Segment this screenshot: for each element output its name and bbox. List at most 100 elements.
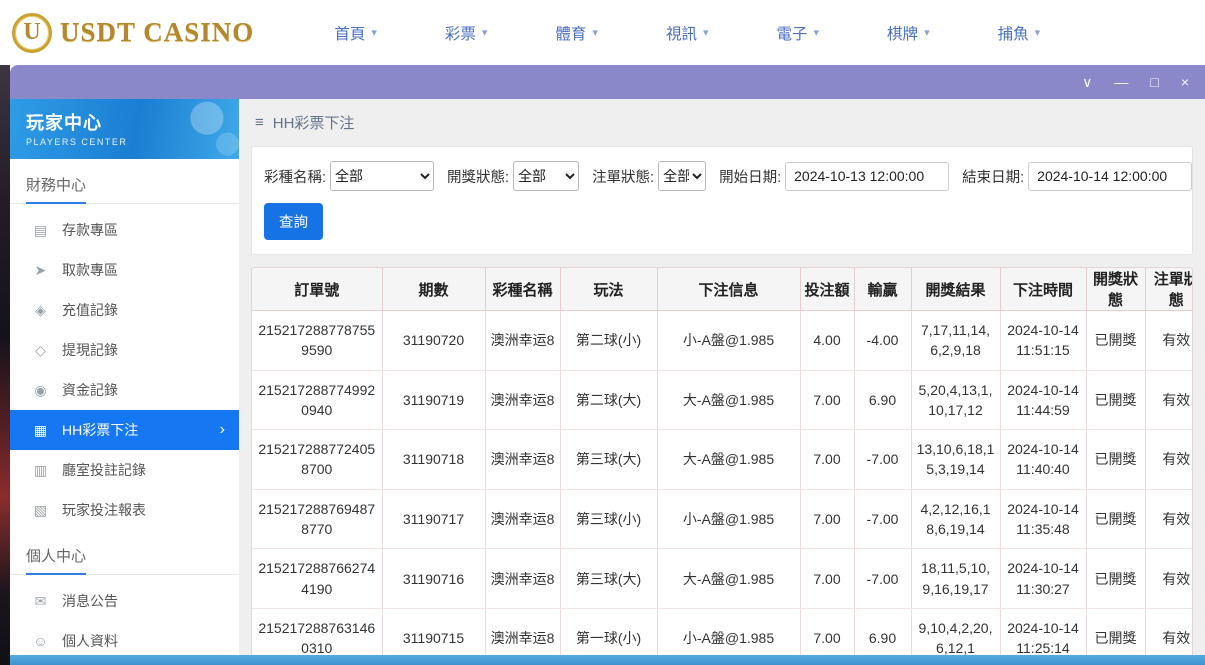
column-header-bet-time: 下注時間 xyxy=(1000,268,1086,311)
chevron-down-icon: ▾ xyxy=(1035,26,1041,39)
cell-order-no: 2152172887694878770 xyxy=(252,489,382,549)
withdrawal-record-icon: ◇ xyxy=(32,342,49,359)
cell-bet-amount: 7.00 xyxy=(800,370,854,430)
cell-draw-result: 9,10,4,2,20,6,12,1 xyxy=(911,608,1000,655)
brand-logo[interactable]: U USDT CASINO xyxy=(12,13,254,53)
window-minimize-icon[interactable]: — xyxy=(1114,75,1128,89)
window-titlebar: ∨ — □ × xyxy=(10,65,1205,99)
table-body: 215217288778755959031190720澳洲幸运8第二球(小)小-… xyxy=(252,311,1193,656)
sidebar-item-profile[interactable]: ☺個人資料 xyxy=(10,621,239,655)
sidebar-item-announcements[interactable]: ✉消息公告 xyxy=(10,581,239,621)
cell-bet-info: 小-A盤@1.985 xyxy=(657,608,800,655)
sidebar-item-hh-lottery-bets[interactable]: ▦HH彩票下注› xyxy=(10,410,239,450)
sidebar-item-recharge-records[interactable]: ◈充值記錄 xyxy=(10,290,239,330)
cell-win-loss: -7.00 xyxy=(854,489,911,549)
funds-record-icon: ◉ xyxy=(32,382,49,399)
end-date-input[interactable] xyxy=(1028,162,1192,191)
cell-bet-info: 大-A盤@1.985 xyxy=(657,370,800,430)
cell-period: 31190715 xyxy=(382,608,485,655)
column-header-win-loss: 輸贏 xyxy=(854,268,911,311)
order-status-label: 注單狀態: xyxy=(592,166,654,187)
sidebar-item-label: 取款專區 xyxy=(62,260,118,280)
lottery-name-select[interactable]: 全部 xyxy=(330,161,434,191)
bets-table-card: 訂單號期數彩種名稱玩法下注信息投注額輸贏開獎結果下注時間開獎狀態注單狀態 215… xyxy=(251,267,1193,655)
nav-item-chess-cards[interactable]: 棋牌▾ xyxy=(853,22,964,44)
sidebar-item-player-bet-report[interactable]: ▧玩家投注報表 xyxy=(10,490,239,530)
brand-emblem-letter: U xyxy=(23,19,40,46)
cell-order-no: 2152172887749920940 xyxy=(252,370,382,430)
table-row: 215217288763146031031190715澳洲幸运8第一球(小)小-… xyxy=(252,608,1193,655)
order-status-select[interactable]: 全部 xyxy=(658,161,706,191)
sidebar-item-withdrawal-records[interactable]: ◇提現記錄 xyxy=(10,330,239,370)
brand-emblem-icon: U xyxy=(12,13,52,53)
cell-bet-amount: 7.00 xyxy=(800,489,854,549)
nav-item-label: 體育 xyxy=(555,22,586,44)
nav-item-lottery[interactable]: 彩票▾ xyxy=(411,22,522,44)
sidebar-item-label: 玩家投注報表 xyxy=(62,500,146,520)
cell-bet-time: 2024-10-14 11:40:40 xyxy=(1000,430,1086,490)
cell-draw-status: 已開獎 xyxy=(1086,489,1145,549)
sidebar-item-label: 廳室投註記錄 xyxy=(62,460,146,480)
search-button[interactable]: 查詢 xyxy=(264,203,323,240)
cell-period: 31190720 xyxy=(382,311,485,371)
sidebar-item-withdraw-zone[interactable]: ➤取款專區 xyxy=(10,250,239,290)
sidebar-section-header: 個人中心 xyxy=(10,530,239,575)
cell-period: 31190716 xyxy=(382,549,485,609)
cell-lottery-name: 澳洲幸运8 xyxy=(485,549,560,609)
cell-win-loss: 6.90 xyxy=(854,370,911,430)
chevron-down-icon: ▾ xyxy=(703,26,709,39)
cell-bet-info: 大-A盤@1.985 xyxy=(657,430,800,490)
cell-win-loss: -7.00 xyxy=(854,549,911,609)
hamburger-menu-icon[interactable]: ≡ xyxy=(255,114,264,131)
top-navigation-bar: U USDT CASINO 首頁▾彩票▾體育▾ 視訊 ▾ 電子▾棋牌▾ 捕魚 ▾ xyxy=(0,0,1205,65)
table-row: 215217288772405870031190718澳洲幸运8第三球(大)大-… xyxy=(252,430,1193,490)
sidebar-item-funds-records[interactable]: ◉資金記錄 xyxy=(10,370,239,410)
window-controls: ∨ — □ × xyxy=(1082,75,1189,89)
column-header-play-type: 玩法 xyxy=(560,268,657,311)
nav-item-fishing[interactable]: 捕魚 ▾ xyxy=(964,22,1075,44)
cell-draw-result: 4,2,12,16,18,6,19,14 xyxy=(911,489,1000,549)
main-content: ≡ HH彩票下注 彩種名稱: 全部 開獎狀態: 全部 xyxy=(239,99,1205,655)
cell-draw-status: 已開獎 xyxy=(1086,549,1145,609)
cell-bet-amount: 4.00 xyxy=(800,311,854,371)
cell-order-no: 2152172887631460310 xyxy=(252,608,382,655)
start-date-label: 開始日期: xyxy=(719,166,781,187)
nav-item-label: 彩票 xyxy=(445,22,476,44)
cell-lottery-name: 澳洲幸运8 xyxy=(485,608,560,655)
nav-item-sports[interactable]: 體育▾ xyxy=(521,22,632,44)
column-header-draw-status: 開獎狀態 xyxy=(1086,268,1145,311)
table-header-row: 訂單號期數彩種名稱玩法下注信息投注額輸贏開獎結果下注時間開獎狀態注單狀態 xyxy=(252,268,1193,311)
cell-period: 31190718 xyxy=(382,430,485,490)
draw-status-select[interactable]: 全部 xyxy=(513,161,579,191)
recharge-record-icon: ◈ xyxy=(32,302,49,319)
sidebar-item-room-bet-records[interactable]: ▥廳室投註記錄 xyxy=(10,450,239,490)
cell-play-type: 第二球(小) xyxy=(560,311,657,371)
sidebar-item-deposit-zone[interactable]: ▤存款專區 xyxy=(10,210,239,250)
window-maximize-icon[interactable]: □ xyxy=(1150,75,1158,89)
nav-item-label: 捕魚 xyxy=(998,22,1029,44)
sidebar-section-header: 財務中心 xyxy=(10,159,239,204)
cell-order-no: 2152172887724058700 xyxy=(252,430,382,490)
cell-win-loss: -7.00 xyxy=(854,430,911,490)
sidebar-header: 玩家中心 PLAYERS CENTER xyxy=(10,99,239,159)
nav-item-label: 視訊 xyxy=(666,22,697,44)
start-date-input[interactable] xyxy=(785,162,949,191)
cell-order-status: 有效 xyxy=(1145,311,1193,371)
cell-draw-result: 13,10,6,18,15,3,19,14 xyxy=(911,430,1000,490)
nav-item-electronic[interactable]: 電子▾ xyxy=(743,22,854,44)
nav-item-live-video[interactable]: 視訊 ▾ xyxy=(632,22,743,44)
cell-bet-amount: 7.00 xyxy=(800,430,854,490)
cell-order-status: 有效 xyxy=(1145,430,1193,490)
cell-order-status: 有效 xyxy=(1145,608,1193,655)
nav-item-home[interactable]: 首頁▾ xyxy=(300,22,411,44)
cell-win-loss: 6.90 xyxy=(854,608,911,655)
horizontal-scrollbar[interactable] xyxy=(10,655,1205,665)
window-close-icon[interactable]: × xyxy=(1181,75,1189,89)
cell-bet-info: 小-A盤@1.985 xyxy=(657,489,800,549)
table-row: 215217288778755959031190720澳洲幸运8第二球(小)小-… xyxy=(252,311,1193,371)
window-restore-icon[interactable]: ∨ xyxy=(1082,75,1092,89)
column-header-bet-info: 下注信息 xyxy=(657,268,800,311)
nav-item-label: 首頁 xyxy=(334,22,365,44)
cell-play-type: 第三球(小) xyxy=(560,489,657,549)
cell-draw-result: 7,17,11,14,6,2,9,18 xyxy=(911,311,1000,371)
